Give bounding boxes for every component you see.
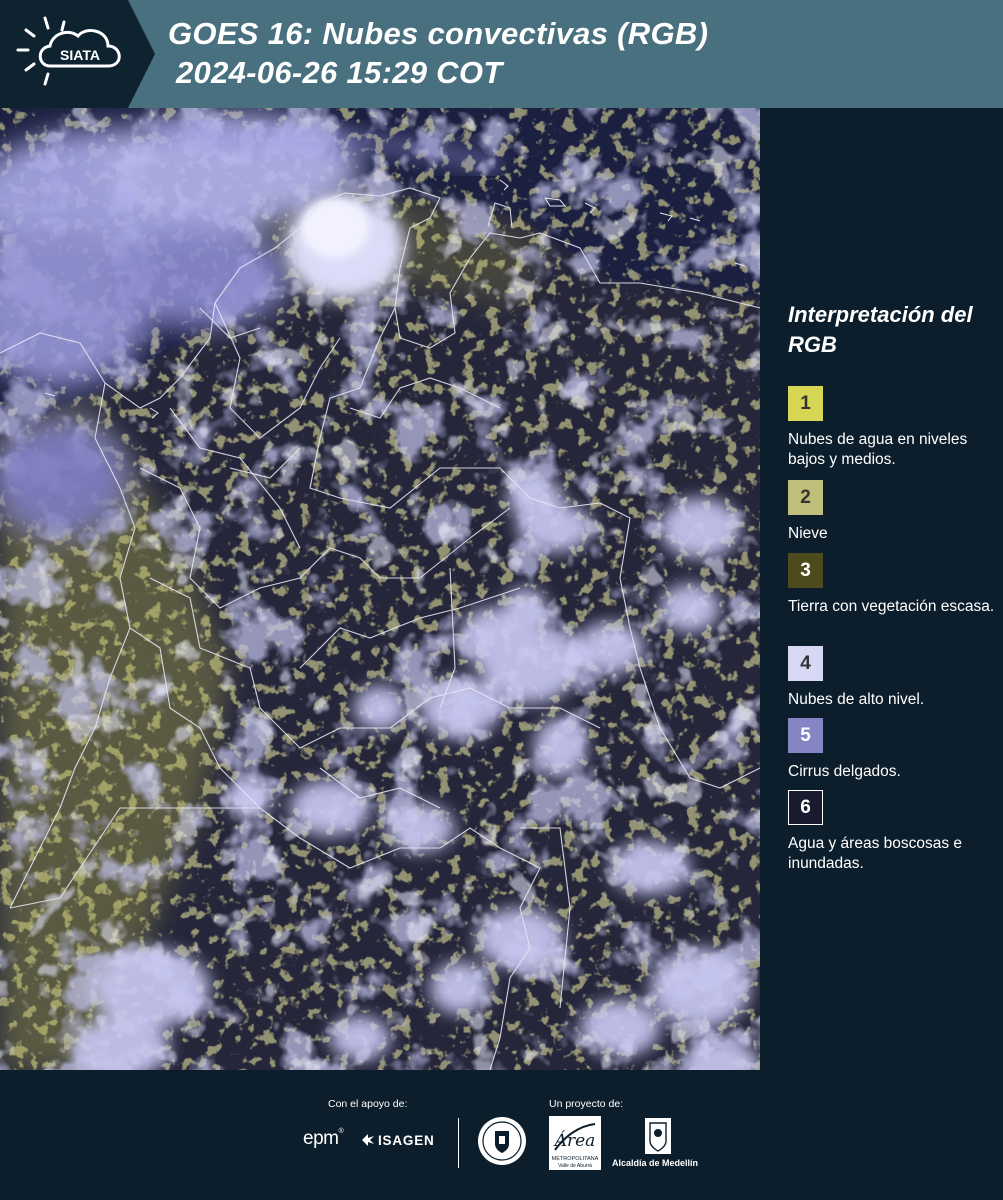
legend-item-4: 4 Nubes de alto nivel. <box>788 646 998 710</box>
legend-item-6: 6 Agua y áreas boscosas e inundadas. <box>788 790 998 874</box>
footer-divider <box>458 1118 459 1168</box>
area-logo-text-2: Valle de Aburrá <box>558 1163 592 1169</box>
medellin-seal-icon <box>478 1117 526 1165</box>
project-label: Un proyecto de: <box>549 1098 624 1110</box>
epm-logo-text: epm <box>303 1128 339 1149</box>
satellite-image <box>0 108 760 1070</box>
legend-panel: Interpretación del RGB 1 Nubes de agua e… <box>760 108 1003 1070</box>
legend-item-5: 5 Cirrus delgados. <box>788 718 998 782</box>
legend-label-5: Cirrus delgados. <box>788 763 901 780</box>
legend-swatch-3: 3 <box>788 553 823 588</box>
legend-item-3: 3 Tierra con vegetación escasa. <box>788 553 998 617</box>
legend-label-6: Agua y áreas boscosas e inundadas. <box>788 835 963 872</box>
siata-logo: SIATA <box>0 0 155 108</box>
legend-swatch-4: 4 <box>788 646 823 681</box>
page-title: GOES 16: Nubes convectivas (RGB) <box>168 16 709 51</box>
logo-text: SIATA <box>60 47 100 63</box>
area-logo-text-1: METROPOLITANA <box>552 1156 599 1162</box>
header-bar: SIATA GOES 16: Nubes convectivas (RGB) 2… <box>0 0 1003 108</box>
legend-item-1: 1 Nubes de agua en niveles bajos y medio… <box>788 386 998 470</box>
legend-swatch-5: 5 <box>788 718 823 753</box>
area-metropolitana-logo: Área METROPOLITANA Valle de Aburrá <box>549 1116 601 1170</box>
isagen-logo: ISAGEN <box>378 1133 435 1148</box>
support-label: Con el apoyo de: <box>328 1098 408 1110</box>
area-logo-word: Área <box>553 1130 596 1151</box>
legend-label-3: Tierra con vegetación escasa. <box>788 598 995 615</box>
satellite-map[interactable] <box>0 108 760 1070</box>
legend-swatch-2: 2 <box>788 480 823 515</box>
legend-swatch-1: 1 <box>788 386 823 421</box>
page-timestamp: 2024-06-26 15:29 COT <box>176 55 503 90</box>
alcaldia-shield-icon <box>645 1118 671 1154</box>
legend-title: Interpretación del RGB <box>788 302 973 357</box>
alcaldia-label: Alcaldía de Medellín <box>612 1158 699 1168</box>
legend-swatch-6: 6 <box>788 790 823 825</box>
footer: Con el apoyo de: Un proyecto de: epm® IS… <box>0 1070 1003 1200</box>
legend-item-2: 2 Nieve <box>788 480 998 544</box>
epm-logo: epm® <box>303 1128 344 1149</box>
legend-label-1: Nubes de agua en niveles bajos y medios. <box>788 431 968 468</box>
legend-label-4: Nubes de alto nivel. <box>788 691 925 708</box>
legend-label-2: Nieve <box>788 525 828 542</box>
isagen-mark-icon <box>362 1134 374 1146</box>
